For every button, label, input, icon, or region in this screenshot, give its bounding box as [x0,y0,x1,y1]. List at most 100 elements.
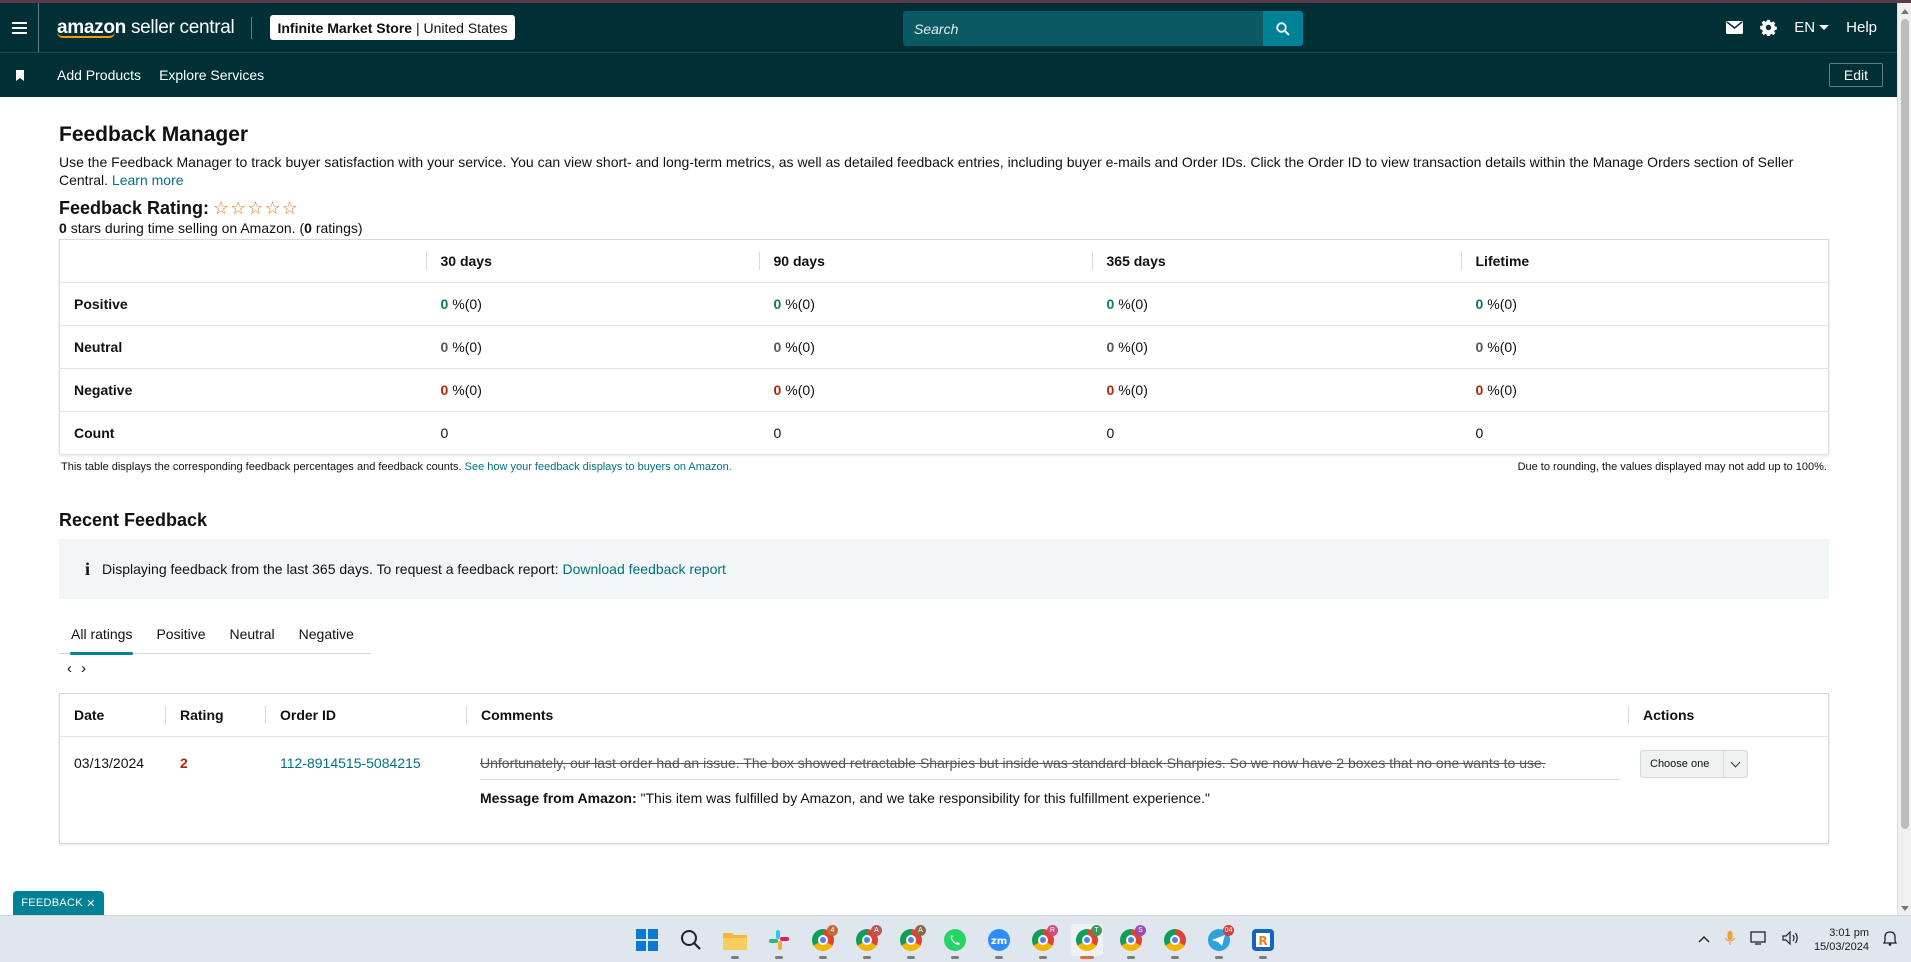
hamburger-menu-icon[interactable] [0,3,39,52]
column-actions: Actions [1628,706,1818,724]
scrollbar-thumb[interactable] [1901,19,1909,829]
tab-all-ratings[interactable]: All ratings [59,614,144,655]
amazon-message-label: Message from Amazon: [480,790,637,806]
zoom-icon[interactable]: zm [983,924,1015,959]
help-link[interactable]: Help [1846,19,1877,36]
buyer-display-link[interactable]: See how your feedback displays to buyers… [465,461,732,473]
amazon-seller-central-logo[interactable]: amazon seller central [57,17,235,38]
running-indicator [907,956,915,959]
add-products-link[interactable]: Add Products [57,67,141,83]
rating-filter-tabs: All ratings Positive Neutral Negative [59,614,371,655]
notification-bell-icon[interactable] [1882,930,1898,949]
whatsapp-icon[interactable] [939,924,971,959]
network-icon[interactable] [1750,931,1768,948]
gear-icon[interactable] [1760,19,1778,36]
chrome-icon[interactable]: A [895,924,927,959]
feedback-widget-button[interactable]: FEEDBACK ✕ [13,891,104,915]
store-region: United States [423,19,508,36]
language-label: EN [1794,19,1816,36]
metrics-value: 0 [440,425,449,441]
speaker-icon[interactable] [1782,930,1800,948]
column-30-days: 30 days [425,252,759,270]
top-navigation-bar: amazon seller central Infinite Market St… [0,3,1897,52]
metrics-cell: 0 %(0) [1091,325,1461,369]
running-indicator [1127,956,1135,959]
tab-neutral[interactable]: Neutral [218,614,287,654]
language-selector[interactable]: EN [1794,19,1830,36]
learn-more-link[interactable]: Learn more [112,172,184,188]
store-selector-button[interactable]: Infinite Market Store | United States [270,15,515,40]
file-explorer-icon[interactable] [719,924,751,959]
metrics-cell: 0 %(0) [1091,282,1461,326]
tab-positive[interactable]: Positive [144,614,217,654]
search-input[interactable] [903,11,1263,46]
app-r-icon[interactable]: R [1247,924,1279,959]
actions-dropdown[interactable]: Choose one [1640,750,1748,778]
info-text: Displaying feedback from the last 365 da… [102,561,559,577]
feedback-rating: Feedback Rating: ☆ ☆ ☆ ☆ ☆ [59,198,1829,219]
notification-badge: T [1091,925,1102,936]
divider [251,16,253,39]
metrics-value: 0 [440,382,449,398]
microphone-icon[interactable] [1724,930,1736,949]
metrics-cell: 0 %(0) [1460,368,1829,412]
metrics-header-empty [59,239,426,283]
chevron-down-icon [1723,751,1747,777]
running-indicator [775,956,783,959]
system-clock[interactable]: 3:01 pm 15/03/2024 [1814,926,1869,954]
chrome-icon[interactable]: 4 [807,924,839,959]
scroll-up-arrow-icon[interactable] [1901,9,1909,14]
metrics-value: 0 [440,296,449,312]
search-icon [1276,21,1290,36]
metrics-value: 0 [440,339,449,355]
search-button[interactable] [1263,11,1303,46]
metrics-value: 0 [1475,296,1484,312]
tab-negative[interactable]: Negative [287,614,366,654]
mail-icon[interactable] [1726,21,1744,34]
header-actions: EN Help [1726,3,1877,52]
scroll-down-arrow-icon[interactable] [1901,906,1909,911]
edit-button[interactable]: Edit [1828,63,1883,87]
feedback-comment-block: Unfortunately, our last order had an iss… [480,755,1620,806]
close-icon[interactable]: ✕ [86,897,96,910]
notification-badge: A [915,925,926,936]
feedback-date: 03/13/2024 [74,755,145,771]
table-row: Neutral 0 %(0) 0 %(0) 0 %(0) 0 %(0) [59,325,1829,369]
chrome-icon[interactable]: A [851,924,883,959]
running-indicator [995,956,1003,959]
metrics-value-suffix: %(0) [785,296,815,312]
order-id-link[interactable]: 112-8914515-5084215 [280,755,421,771]
metrics-header-cell: Lifetime [1460,239,1829,283]
running-indicator [863,956,871,959]
page-scrollbar[interactable] [1897,3,1911,915]
search-icon[interactable] [675,924,707,956]
bookmark-icon[interactable] [0,69,39,81]
chevron-right-icon[interactable]: › [81,660,86,677]
chevron-up-icon[interactable] [1698,934,1710,946]
chrome-icon[interactable]: S [1115,924,1147,959]
telegram-icon[interactable]: 04 [1203,924,1235,959]
amazon-message: Message from Amazon: "This item was fulf… [480,790,1620,806]
chrome-icon[interactable]: T [1071,924,1103,959]
column-lifetime: Lifetime [1460,252,1829,270]
metrics-cell: 0 %(0) [758,282,1092,326]
download-feedback-report-link[interactable]: Download feedback report [562,561,725,577]
rounding-note: Due to rounding, the values displayed ma… [1517,461,1827,473]
chrome-icon[interactable] [1159,924,1191,959]
table-row: 03/13/2024 2 112-8914515-5084215 Unfortu… [60,737,1828,843]
metrics-value-suffix: %(0) [1487,296,1517,312]
notification-badge: R [1047,925,1058,936]
metrics-value: 0 [1475,339,1484,355]
metrics-row-label: Count [59,411,426,455]
clock-date: 15/03/2024 [1813,940,1869,953]
metrics-cell: 0 %(0) [1460,325,1829,369]
explore-services-link[interactable]: Explore Services [159,67,264,83]
slack-icon[interactable] [763,924,795,959]
metrics-row-label: Negative [59,368,426,412]
chevron-left-icon[interactable]: ‹ [67,660,72,677]
windows-start-icon[interactable] [631,924,663,956]
metrics-row-label: Positive [59,282,426,326]
store-name: Infinite Market Store [277,19,413,36]
logo-smile-icon [57,32,115,38]
chrome-icon[interactable]: R [1027,924,1059,959]
